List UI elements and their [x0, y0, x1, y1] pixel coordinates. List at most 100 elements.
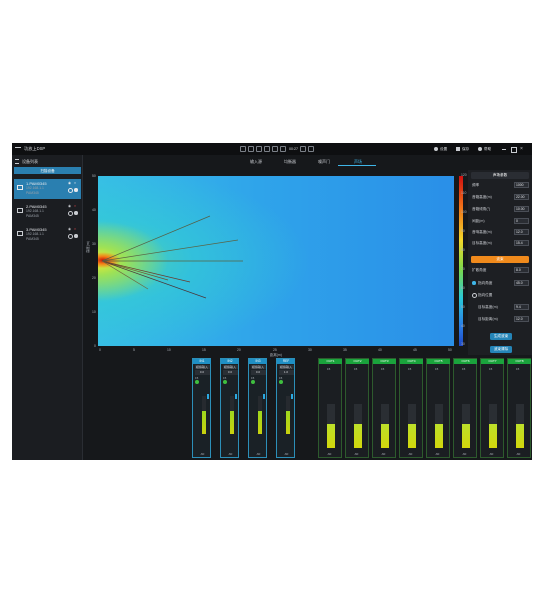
spread-angle-input[interactable]: 8.0 [514, 267, 529, 273]
scale-bottom: -60 [381, 452, 386, 456]
speaker-tilt-input[interactable]: 10.00 [514, 206, 529, 212]
input-channel-strip: REF 模拟输入 1.0 15 -60 [276, 358, 295, 458]
save-button[interactable]: 保存 [462, 147, 469, 152]
minimize-icon[interactable] [502, 149, 506, 150]
copy-icon[interactable] [264, 146, 270, 152]
device-item[interactable]: 3.PAM0345 192.168.1.1 PAM345 ◉ × [14, 225, 81, 245]
channel-name[interactable]: IN3 [249, 359, 267, 364]
clear-beam-button[interactable]: 波束清除 [490, 346, 512, 353]
visibility-icon[interactable]: ◉ [68, 181, 71, 185]
export-icon[interactable] [256, 146, 262, 152]
info-icon[interactable] [74, 211, 78, 215]
generate-beam-button[interactable]: 生成波束 [490, 333, 512, 340]
spacing-input[interactable]: 0 [514, 218, 529, 224]
input-mode-select[interactable]: 模拟输入 [222, 364, 238, 369]
status-icon [68, 234, 73, 239]
gain-value[interactable]: 1.0 [278, 370, 294, 375]
channel-name[interactable]: OUT8 [508, 359, 531, 364]
colorbar-tick: 100 [461, 210, 467, 214]
radio-checked-icon[interactable] [472, 281, 476, 285]
scan-devices-button[interactable]: 扫描设备 [14, 167, 81, 174]
colorbar-tick: 110 [461, 191, 467, 195]
close-icon[interactable]: × [74, 204, 76, 208]
close-icon[interactable]: × [520, 146, 523, 152]
device-item[interactable]: 1.PAM0345 192.168.1.1 PAM345 ◉ × [14, 179, 81, 199]
channel-name[interactable]: OUT3 [373, 359, 396, 364]
input-mode-select[interactable]: 模拟输入 [194, 364, 210, 369]
beam-section-header[interactable]: 波束 [471, 256, 529, 263]
link-icon[interactable] [308, 146, 314, 152]
fader-handle[interactable] [263, 394, 265, 399]
listener-height-input[interactable]: 12.0 [514, 229, 529, 235]
info-icon[interactable] [74, 234, 78, 238]
undo-icon[interactable] [280, 146, 286, 152]
fader-handle[interactable] [207, 394, 209, 399]
paste-icon[interactable] [272, 146, 278, 152]
fader-handle[interactable] [291, 394, 293, 399]
visibility-icon[interactable]: ◉ [68, 204, 71, 208]
tab-noise-gate[interactable]: 噪声门 [318, 159, 330, 165]
input-channel-strip: IN2 模拟输入 0.0 15 -60 [220, 358, 239, 458]
scan-devices-label: 扫描设备 [40, 169, 55, 173]
target-distance-input[interactable]: 12.0 [514, 316, 529, 322]
level-meter [286, 396, 290, 434]
gear-icon[interactable] [434, 146, 438, 151]
gain-value[interactable]: 0.0 [194, 370, 210, 375]
device-item[interactable]: 2.PAM0345 192.168.1.1 PAM345 ◉ × [14, 202, 81, 222]
pointing-angle-input[interactable]: 45.0 [514, 280, 529, 286]
power-icon[interactable] [251, 380, 255, 384]
field-label: 间距(m) [472, 219, 485, 223]
channel-name[interactable]: OUT6 [454, 359, 477, 364]
menu-icon[interactable] [15, 159, 19, 164]
field-label: 指向角度 [478, 281, 493, 285]
info-icon[interactable] [74, 188, 78, 192]
scale-bottom: -60 [284, 452, 289, 456]
tab-equalizer[interactable]: 均衡器 [284, 159, 296, 165]
channel-name[interactable]: REF [277, 359, 295, 364]
channel-name[interactable]: OUT4 [400, 359, 423, 364]
maximize-icon[interactable] [511, 147, 517, 153]
target-height-beam-input[interactable]: 9.4 [514, 304, 529, 310]
import-icon[interactable] [248, 146, 254, 152]
level-meter [381, 404, 389, 448]
power-icon[interactable] [279, 380, 283, 384]
settings-section-title: 声场参数 [492, 173, 508, 177]
level-meter [327, 404, 335, 448]
speaker-height-input[interactable]: 22.00 [514, 194, 529, 200]
help-button[interactable]: 帮助 [484, 147, 491, 152]
monitor-icon[interactable] [240, 146, 246, 152]
fader-handle[interactable] [235, 394, 237, 399]
scale-bottom: -60 [327, 452, 332, 456]
power-icon[interactable] [223, 380, 227, 384]
channel-name[interactable]: OUT2 [346, 359, 369, 364]
channel-name[interactable]: OUT5 [427, 359, 450, 364]
target-height-input[interactable]: 15.4 [514, 240, 529, 246]
save-icon[interactable] [456, 146, 460, 151]
input-mode-select[interactable]: 模拟输入 [250, 364, 266, 369]
colorbar-tick: 30 [461, 342, 465, 346]
input-mode-select[interactable]: 模拟输入 [278, 364, 294, 369]
close-icon[interactable]: × [74, 227, 76, 231]
tab-input-source[interactable]: 输入源 [250, 159, 262, 165]
scale-bottom: -60 [462, 452, 467, 456]
x-tick: 0 [99, 348, 101, 352]
y-tick: 10 [92, 310, 96, 314]
output-channel-strip: OUT5 15 -60 [426, 358, 450, 458]
channel-name[interactable]: IN2 [221, 359, 239, 364]
radio-unchecked-icon[interactable] [472, 293, 477, 298]
visibility-icon[interactable]: ◉ [68, 227, 71, 231]
settings-button[interactable]: 设置 [440, 147, 447, 152]
close-icon[interactable]: × [74, 181, 76, 185]
generate-beam-label: 生成波束 [493, 334, 509, 338]
power-icon[interactable] [195, 380, 199, 384]
help-icon[interactable] [478, 146, 482, 151]
gain-value[interactable]: 0.0 [250, 370, 266, 375]
gain-value[interactable]: 0.0 [222, 370, 238, 375]
channel-name[interactable]: IN1 [193, 359, 211, 364]
channel-name[interactable]: OUT7 [481, 359, 504, 364]
lock-icon[interactable] [300, 146, 306, 152]
sound-field-heatmap[interactable] [98, 176, 454, 346]
frequency-select[interactable]: 1000 [514, 182, 529, 188]
scale-bottom: -60 [228, 452, 233, 456]
channel-name[interactable]: OUT1 [319, 359, 342, 364]
